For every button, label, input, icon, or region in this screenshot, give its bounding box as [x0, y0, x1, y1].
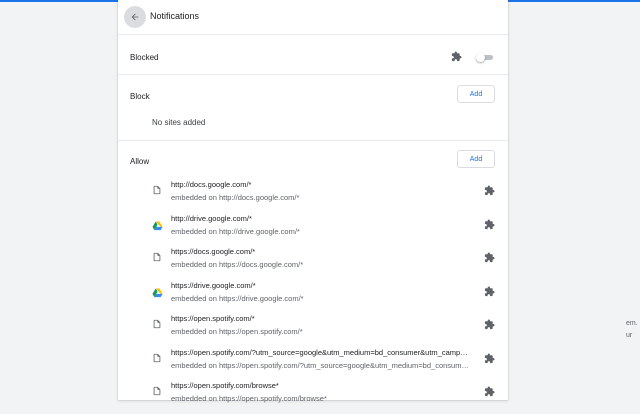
- puzzle-icon[interactable]: [484, 183, 495, 196]
- site-row[interactable]: http://docs.google.com/* embedded on http…: [118, 180, 508, 213]
- site-url: https://open.spotify.com/browse*: [171, 381, 279, 390]
- site-embedded-on: embedded on http://docs.google.com/*: [171, 193, 300, 202]
- site-row[interactable]: http://drive.google.com/* embedded on htt…: [118, 214, 508, 247]
- side-text-line: em.: [626, 320, 638, 327]
- site-embedded-on: embedded on http://drive.google.com/*: [171, 226, 300, 236]
- document-icon: [152, 317, 162, 329]
- site-row[interactable]: https://open.spotify.com/?utm_source=goo…: [118, 348, 508, 381]
- block-label: Block: [130, 92, 150, 101]
- site-embedded-on: embedded on https://open.spotify.com/?ut…: [171, 360, 473, 370]
- site-embedded-on: embedded on https://drive.google.com/*: [171, 293, 304, 303]
- settings-card: Notifications Blocked Block Add No sites…: [118, 0, 508, 403]
- document-icon: [152, 250, 162, 262]
- arrow-back-icon: [131, 13, 139, 21]
- blocked-toggle[interactable]: [476, 53, 494, 62]
- document-icon: [152, 183, 162, 195]
- puzzle-icon[interactable]: [484, 317, 495, 330]
- side-text-line: ur: [626, 332, 633, 339]
- google-drive-icon: [152, 285, 163, 297]
- header-divider: [118, 34, 508, 35]
- site-embedded-on: embedded on https://docs.google.com/*: [171, 260, 304, 269]
- site-row[interactable]: https://drive.google.com/* embedded on ht…: [118, 281, 508, 314]
- back-button[interactable]: [124, 6, 146, 28]
- document-icon: [152, 351, 162, 363]
- site-embedded-on: embedded on https://open.spotify.com/bro…: [171, 394, 327, 403]
- page-title: Notifications: [150, 11, 200, 21]
- site-url: https://open.spotify.com/?utm_source=goo…: [171, 347, 471, 357]
- puzzle-icon[interactable]: [484, 384, 495, 397]
- site-row[interactable]: https://open.spotify.com/* embedded on ht…: [118, 314, 508, 347]
- site-url: https://docs.google.com/*: [171, 247, 256, 256]
- site-url: http://drive.google.com/*: [171, 213, 252, 223]
- site-embedded-on: embedded on https://open.spotify.com/*: [171, 327, 303, 336]
- allow-add-button[interactable]: Add: [457, 150, 495, 168]
- site-url: https://drive.google.com/*: [171, 280, 256, 290]
- site-row[interactable]: https://docs.google.com/* embedded on htt…: [118, 247, 508, 280]
- site-row[interactable]: https://open.spotify.com/browse* embedded…: [118, 381, 508, 414]
- blocked-label: Blocked: [130, 53, 159, 62]
- side-text: em. ur: [626, 318, 640, 342]
- puzzle-icon[interactable]: [484, 351, 495, 363]
- site-url: https://open.spotify.com/*: [171, 314, 255, 323]
- no-sites-text: No sites added: [152, 118, 206, 127]
- puzzle-icon: [451, 51, 462, 62]
- puzzle-icon[interactable]: [484, 250, 495, 263]
- puzzle-icon[interactable]: [484, 217, 495, 229]
- block-add-button[interactable]: Add: [457, 85, 495, 103]
- toggle-knob: [476, 53, 485, 62]
- blocked-divider: [118, 74, 508, 75]
- allow-label: Allow: [130, 157, 150, 166]
- block-divider: [118, 140, 508, 141]
- document-icon: [152, 384, 162, 396]
- google-drive-icon: [152, 218, 163, 230]
- puzzle-icon[interactable]: [484, 284, 495, 296]
- site-url: http://docs.google.com/*: [171, 180, 252, 189]
